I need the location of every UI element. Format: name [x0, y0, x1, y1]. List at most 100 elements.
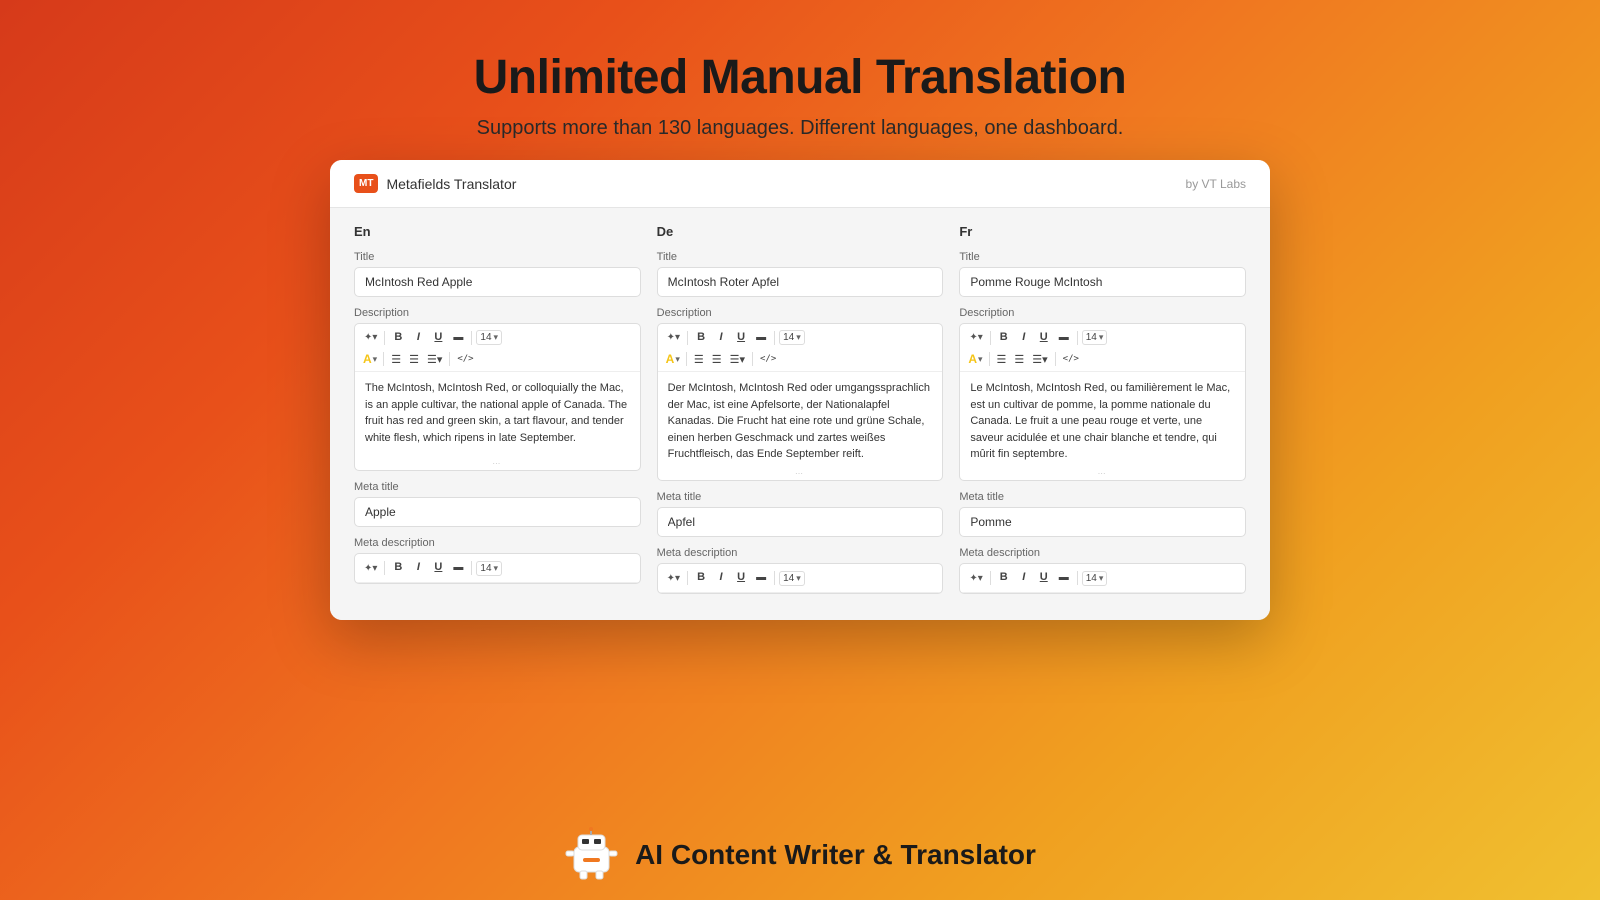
- sep2: [471, 331, 472, 345]
- fr-underline-btn2[interactable]: U: [1035, 568, 1053, 587]
- footer-text: AI Content Writer & Translator: [635, 839, 1036, 871]
- de-title-input[interactable]: [657, 267, 944, 297]
- de-desc-content[interactable]: Der McIntosh, McIntosh Red oder umgangss…: [658, 372, 943, 467]
- page-header: Unlimited Manual Translation Supports mo…: [474, 0, 1127, 160]
- fr-ul-btn[interactable]: ☰: [994, 352, 1010, 367]
- en-bold-btn[interactable]: B: [389, 328, 407, 347]
- de-font-size[interactable]: 14 ▾: [779, 330, 805, 345]
- en-font-size2[interactable]: 14 ▾: [476, 561, 502, 576]
- en-magic-btn2[interactable]: ✦▾: [361, 561, 380, 576]
- column-fr: Fr Title Description ✦▾ B I: [959, 224, 1246, 604]
- sep4: [449, 352, 450, 366]
- en-title-group: Title: [354, 251, 641, 297]
- en-font-size[interactable]: 14 ▾: [476, 330, 502, 345]
- en-italic-btn[interactable]: I: [409, 328, 427, 347]
- en-underline-btn[interactable]: U: [429, 328, 447, 347]
- en-code-btn[interactable]: </>: [454, 353, 476, 365]
- en-meta-title-group: Meta title: [354, 481, 641, 527]
- fr-font-size[interactable]: 14 ▾: [1082, 330, 1108, 345]
- app-name: Metafields Translator: [386, 176, 516, 192]
- en-meta-desc-label: Meta description: [354, 537, 641, 549]
- fr-title-input[interactable]: [959, 267, 1246, 297]
- fr-magic-btn[interactable]: ✦▾: [966, 330, 985, 345]
- en-meta-title-label: Meta title: [354, 481, 641, 493]
- en-align-btn[interactable]: ☰▾: [424, 352, 445, 367]
- de-title-group: Title: [657, 251, 944, 297]
- de-meta-desc-toolbar: ✦▾ B I U ▬ 14 ▾: [658, 564, 943, 592]
- de-desc-toolbar: ✦▾ B I U ▬ 14 ▾: [658, 324, 943, 372]
- sep3: [383, 352, 384, 366]
- de-underline-btn[interactable]: U: [732, 328, 750, 347]
- fr-desc-content[interactable]: Le McIntosh, McIntosh Red, ou familièrem…: [960, 372, 1245, 467]
- app-logo: MT Metafields Translator: [354, 174, 516, 193]
- de-meta-title-input[interactable]: [657, 507, 944, 537]
- de-ol-btn[interactable]: ☰: [709, 352, 725, 367]
- fr-italic-btn[interactable]: I: [1015, 328, 1033, 347]
- app-content: En Title Description ✦▾ B I: [330, 208, 1270, 620]
- de-bold-btn[interactable]: B: [692, 328, 710, 347]
- en-title-input[interactable]: [354, 267, 641, 297]
- en-underline-btn2[interactable]: U: [429, 558, 447, 577]
- fr-meta-title-label: Meta title: [959, 491, 1246, 503]
- en-strike-btn2[interactable]: ▬: [449, 559, 467, 577]
- de-italic-btn2[interactable]: I: [712, 568, 730, 587]
- de-strike-btn[interactable]: ▬: [752, 329, 770, 347]
- de-meta-desc-editor: ✦▾ B I U ▬ 14 ▾: [657, 563, 944, 593]
- fr-strike-btn2[interactable]: ▬: [1055, 569, 1073, 587]
- robot-icon: [564, 827, 619, 882]
- de-color-btn[interactable]: A ▾: [664, 351, 682, 367]
- fr-font-size2[interactable]: 14 ▾: [1082, 571, 1108, 586]
- lang-fr: Fr: [959, 224, 1246, 239]
- fr-underline-btn[interactable]: U: [1035, 328, 1053, 347]
- en-resize: ⋯: [355, 457, 640, 470]
- fr-meta-desc-label: Meta description: [959, 547, 1246, 559]
- fr-meta-desc-editor: ✦▾ B I U ▬ 14 ▾: [959, 563, 1246, 593]
- de-bold-btn2[interactable]: B: [692, 568, 710, 587]
- en-bold-btn2[interactable]: B: [389, 558, 407, 577]
- fr-strike-btn[interactable]: ▬: [1055, 329, 1073, 347]
- fr-desc-label: Description: [959, 307, 1246, 319]
- en-meta-desc-group: Meta description ✦▾ B I U ▬: [354, 537, 641, 583]
- fr-ol-btn[interactable]: ☰: [1011, 352, 1027, 367]
- en-ul-btn[interactable]: ☰: [388, 352, 404, 367]
- app-window: MT Metafields Translator by VT Labs En T…: [330, 160, 1270, 620]
- en-color-btn[interactable]: A ▾: [361, 351, 379, 367]
- footer: AI Content Writer & Translator: [564, 809, 1036, 900]
- lang-en: En: [354, 224, 641, 239]
- en-meta-title-input[interactable]: [354, 497, 641, 527]
- column-de: De Title Description ✦▾ B I: [657, 224, 944, 604]
- fr-italic-btn2[interactable]: I: [1015, 568, 1033, 587]
- en-magic-btn[interactable]: ✦▾: [361, 330, 380, 345]
- en-desc-content[interactable]: The McIntosh, McIntosh Red, or colloquia…: [355, 372, 640, 457]
- fr-meta-desc-group: Meta description ✦▾ B I U ▬: [959, 547, 1246, 593]
- fr-desc-group: Description ✦▾ B I U ▬: [959, 307, 1246, 481]
- fr-color-btn[interactable]: A ▾: [966, 351, 984, 367]
- en-ol-btn[interactable]: ☰: [406, 352, 422, 367]
- columns-container: En Title Description ✦▾ B I: [354, 224, 1246, 604]
- fr-magic-btn2[interactable]: ✦▾: [966, 571, 985, 586]
- fr-meta-title-input[interactable]: [959, 507, 1246, 537]
- app-titlebar: MT Metafields Translator by VT Labs: [330, 160, 1270, 208]
- fr-code-btn[interactable]: </>: [1060, 353, 1082, 365]
- de-underline-btn2[interactable]: U: [732, 568, 750, 587]
- fr-meta-title-group: Meta title: [959, 491, 1246, 537]
- en-strike-btn[interactable]: ▬: [449, 329, 467, 347]
- de-strike-btn2[interactable]: ▬: [752, 569, 770, 587]
- de-align-btn[interactable]: ☰▾: [727, 352, 748, 367]
- de-italic-btn[interactable]: I: [712, 328, 730, 347]
- fr-align-btn[interactable]: ☰▾: [1029, 352, 1050, 367]
- en-italic-btn2[interactable]: I: [409, 558, 427, 577]
- de-ul-btn[interactable]: ☰: [691, 352, 707, 367]
- fr-bold-btn2[interactable]: B: [995, 568, 1013, 587]
- de-magic-btn2[interactable]: ✦▾: [664, 571, 683, 586]
- en-desc-label: Description: [354, 307, 641, 319]
- en-desc-toolbar: ✦▾ B I U ▬ 14 ▾: [355, 324, 640, 372]
- de-magic-btn[interactable]: ✦▾: [664, 330, 683, 345]
- en-meta-desc-toolbar: ✦▾ B I U ▬ 14 ▾: [355, 554, 640, 582]
- de-code-btn[interactable]: </>: [757, 353, 779, 365]
- fr-bold-btn[interactable]: B: [995, 328, 1013, 347]
- column-en: En Title Description ✦▾ B I: [354, 224, 641, 604]
- app-logo-badge: MT: [354, 174, 378, 193]
- de-font-size2[interactable]: 14 ▾: [779, 571, 805, 586]
- page-title: Unlimited Manual Translation: [474, 50, 1127, 105]
